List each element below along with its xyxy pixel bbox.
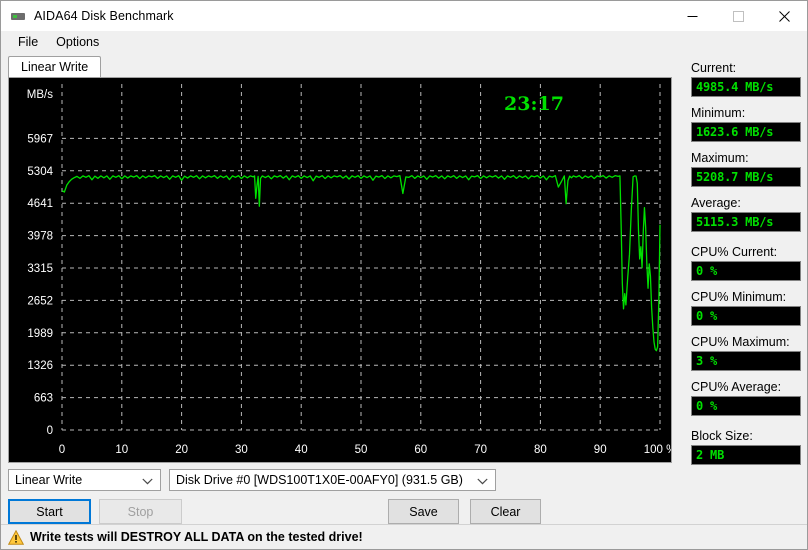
stat-label-cpu-average: CPU% Average: — [691, 380, 782, 394]
stat-value-block-size: 2 MB — [691, 445, 801, 465]
controls-area: Linear Write Disk Drive #0 [WDS100T1X0E-… — [8, 463, 685, 524]
y-axis-tick-label: 5304 — [27, 166, 53, 178]
status-message: Write tests will DESTROY ALL DATA on the… — [30, 530, 363, 544]
x-axis-tick-label: 30 — [235, 444, 248, 456]
benchmark-graph: MB/s 0 663 1326 1989 2652 3315 3978 4641 5304 5967… — [8, 77, 672, 463]
window-buttons — [669, 1, 807, 31]
y-axis-tick-label: 4641 — [27, 198, 53, 210]
x-axis-tick-label: 90 — [594, 444, 607, 456]
chevron-down-icon — [142, 470, 153, 492]
stop-button: Stop — [99, 499, 182, 524]
test-mode-select[interactable]: Linear Write — [8, 469, 161, 491]
status-bar: Write tests will DESTROY ALL DATA on the… — [1, 524, 807, 549]
stat-label-minimum: Minimum: — [691, 106, 746, 120]
x-axis-tick-label: 80 — [534, 444, 547, 456]
disk-drive-icon — [10, 8, 26, 24]
stat-value-cpu-average: 0 % — [691, 396, 801, 416]
chevron-down-icon — [477, 470, 488, 492]
save-button[interactable]: Save — [388, 499, 459, 524]
close-button[interactable] — [761, 1, 807, 31]
elapsed-timer: 23:17 — [504, 93, 564, 115]
minimize-button[interactable] — [669, 1, 715, 31]
y-axis-tick-label: 0 — [47, 425, 53, 437]
stat-value-minimum: 1623.6 MB/s — [691, 122, 801, 142]
stat-label-maximum: Maximum: — [691, 151, 749, 165]
selectors-row: Linear Write Disk Drive #0 [WDS100T1X0E-… — [8, 469, 685, 491]
title-bar: AIDA64 Disk Benchmark — [1, 1, 807, 31]
graph-canvas: MB/s 0 663 1326 1989 2652 3315 3978 4641 5304 5967… — [27, 84, 671, 456]
left-pane: Linear Write MB/s 0 663 1326 1989 2652 3315 397… — [1, 53, 685, 524]
clear-button[interactable]: Clear — [470, 499, 541, 524]
test-mode-value: Linear Write — [15, 473, 83, 487]
tab-linear-write[interactable]: Linear Write — [8, 56, 102, 77]
x-axis-tick-label: 20 — [175, 444, 188, 456]
stat-label-average: Average: — [691, 196, 741, 210]
stat-label-current: Current: — [691, 61, 737, 75]
x-axis-tick-label: 40 — [295, 444, 308, 456]
stat-value-maximum: 5208.7 MB/s — [691, 167, 801, 187]
drive-value: Disk Drive #0 [WDS100T1X0E-00AFY0] (931.… — [176, 473, 463, 487]
stat-label-cpu-maximum: CPU% Maximum: — [691, 335, 790, 349]
menu-options[interactable]: Options — [47, 33, 108, 51]
x-axis-tick-label: 70 — [474, 444, 487, 456]
action-buttons-row: Start Stop Save Clear — [8, 499, 685, 524]
stat-value-average: 5115.3 MB/s — [691, 212, 801, 232]
warning-triangle-icon — [8, 529, 24, 545]
stat-value-cpu-current: 0 % — [691, 261, 801, 281]
stats-pane: Current: 4985.4 MB/s Minimum: 1623.6 MB/… — [685, 53, 807, 524]
menu-bar: File Options — [1, 31, 807, 53]
y-axis-tick-label: 2652 — [27, 295, 53, 307]
drive-select[interactable]: Disk Drive #0 [WDS100T1X0E-00AFY0] (931.… — [169, 469, 496, 491]
aida64-disk-benchmark-window: AIDA64 Disk Benchmark File Options Linea… — [0, 0, 808, 550]
stat-label-cpu-current: CPU% Current: — [691, 245, 778, 259]
y-axis-tick-label: 3315 — [27, 263, 53, 275]
tab-strip: Linear Write — [8, 55, 685, 77]
stat-value-cpu-maximum: 3 % — [691, 351, 801, 371]
menu-file[interactable]: File — [9, 33, 47, 51]
stat-value-current: 4985.4 MB/s — [691, 77, 801, 97]
stat-label-cpu-minimum: CPU% Minimum: — [691, 290, 787, 304]
y-axis-tick-label: 663 — [34, 393, 53, 405]
maximize-button[interactable] — [715, 1, 761, 31]
x-axis-tick-label: 100 % — [644, 444, 671, 456]
stat-value-cpu-minimum: 0 % — [691, 306, 801, 326]
x-axis-tick-label: 0 — [59, 444, 65, 456]
y-axis-tick-label: 3978 — [27, 231, 53, 243]
stat-label-block-size: Block Size: — [691, 429, 753, 443]
start-button[interactable]: Start — [8, 499, 91, 524]
x-axis-tick-label: 10 — [115, 444, 128, 456]
x-axis-tick-label: 60 — [414, 444, 427, 456]
window-title: AIDA64 Disk Benchmark — [34, 9, 174, 23]
y-axis-tick-label: 1326 — [27, 360, 53, 372]
x-axis-tick-label: 50 — [355, 444, 368, 456]
y-axis-unit-label: MB/s — [27, 89, 53, 101]
y-axis-tick-label: 1989 — [27, 328, 53, 340]
y-axis-tick-label: 5967 — [27, 133, 53, 145]
main-content: Linear Write MB/s 0 663 1326 1989 2652 3315 397… — [1, 53, 807, 524]
